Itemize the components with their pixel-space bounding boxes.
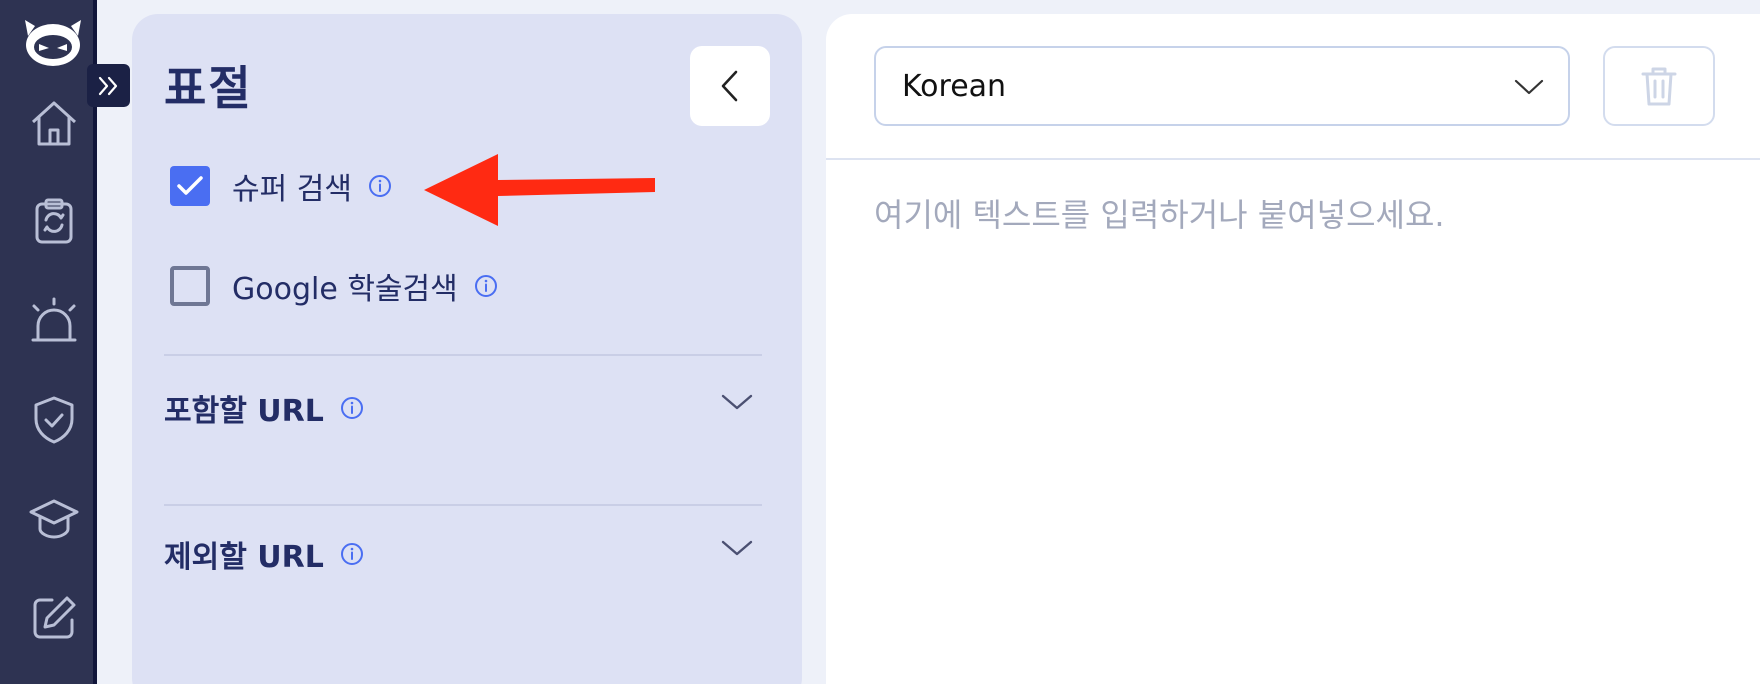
panel-title: 표절 xyxy=(164,61,253,115)
chevron-down-icon xyxy=(1514,79,1544,95)
clear-text-button[interactable] xyxy=(1603,46,1715,126)
plagiarism-settings-panel: 표절 슈퍼 검색 Google 학술검색 포함할 URL 제외할 URL xyxy=(132,14,802,684)
info-icon[interactable] xyxy=(474,274,498,298)
expand-sidebar-button[interactable] xyxy=(87,64,130,107)
info-icon[interactable] xyxy=(340,542,364,566)
google-scholar-checkbox[interactable] xyxy=(170,266,210,306)
clipboard-refresh-icon[interactable] xyxy=(28,196,80,248)
edit-icon[interactable] xyxy=(28,592,80,644)
text-editor-area: Korean xyxy=(826,14,1760,684)
include-urls-label: 포함할 URL xyxy=(164,394,324,429)
chevron-double-right-icon xyxy=(98,76,117,95)
section-divider xyxy=(164,504,762,506)
chevron-left-icon xyxy=(721,70,738,102)
google-scholar-label: Google 학술검색 xyxy=(232,272,458,307)
include-urls-section[interactable]: 포함할 URL xyxy=(164,386,762,430)
toolbar-divider xyxy=(826,158,1760,160)
chevron-down-icon[interactable] xyxy=(720,538,754,558)
language-select-value: Korean xyxy=(902,68,1007,104)
alarm-icon[interactable] xyxy=(28,296,80,348)
home-icon[interactable] xyxy=(28,98,80,150)
robot-logo-icon[interactable] xyxy=(22,14,84,68)
chevron-down-icon[interactable] xyxy=(720,392,754,412)
option-google-scholar[interactable]: Google 학술검색 xyxy=(170,264,498,308)
trash-icon xyxy=(1641,67,1677,106)
shield-check-icon[interactable] xyxy=(28,394,80,446)
language-select[interactable]: Korean xyxy=(874,46,1570,126)
collapse-panel-button[interactable] xyxy=(690,46,770,126)
section-divider xyxy=(164,354,762,356)
graduation-cap-icon[interactable] xyxy=(28,492,80,544)
text-input-area[interactable] xyxy=(874,190,1734,670)
exclude-urls-label: 제외할 URL xyxy=(164,540,324,575)
info-icon[interactable] xyxy=(340,396,364,420)
checkmark-icon xyxy=(177,176,203,195)
super-search-checkbox[interactable] xyxy=(170,166,210,206)
info-icon[interactable] xyxy=(368,174,392,198)
nav-rail xyxy=(0,0,97,684)
exclude-urls-section[interactable]: 제외할 URL xyxy=(164,532,762,576)
option-super-search[interactable]: 슈퍼 검색 xyxy=(170,164,392,208)
annotation-arrow-icon xyxy=(424,154,655,226)
super-search-label: 슈퍼 검색 xyxy=(232,172,352,207)
